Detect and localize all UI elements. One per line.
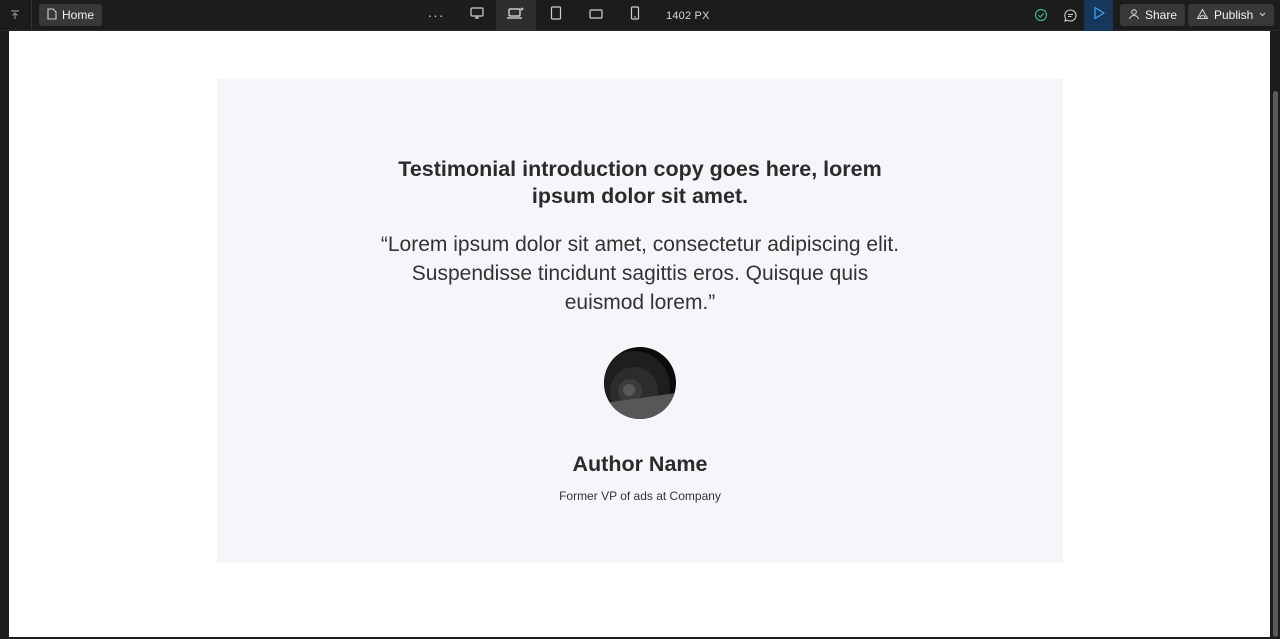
- tablet-icon: [550, 6, 562, 25]
- breakpoint-width-label: 1402 PX: [666, 9, 710, 22]
- page-frame[interactable]: Testimonial introduction copy goes here,…: [9, 31, 1270, 637]
- author-avatar[interactable]: [604, 347, 676, 419]
- more-options-button[interactable]: ···: [422, 4, 450, 26]
- comment-icon[interactable]: [1061, 6, 1079, 24]
- play-icon: [1093, 6, 1105, 25]
- author-name[interactable]: Author Name: [217, 452, 1063, 477]
- laptop-breakpoint-button[interactable]: [496, 0, 536, 31]
- share-button[interactable]: Share: [1120, 4, 1186, 26]
- collapse-icon[interactable]: [4, 4, 26, 26]
- author-role[interactable]: Former VP of ads at Company: [217, 489, 1063, 503]
- chevron-down-icon: [1258, 8, 1267, 22]
- page-name: Home: [62, 8, 95, 22]
- tablet-landscape-icon: [588, 7, 604, 25]
- page-icon: [46, 7, 57, 23]
- publish-label: Publish: [1214, 8, 1254, 22]
- check-circle-icon[interactable]: [1032, 6, 1050, 24]
- desktop-icon: [469, 6, 485, 25]
- share-label: Share: [1145, 8, 1178, 22]
- testimonial-section[interactable]: Testimonial introduction copy goes here,…: [217, 79, 1063, 563]
- publish-icon: [1196, 7, 1209, 23]
- desktop-breakpoint-button[interactable]: [457, 0, 497, 31]
- preview-button[interactable]: [1084, 0, 1113, 31]
- mobile-icon: [630, 6, 640, 25]
- toolbar-divider: [31, 0, 32, 31]
- laptop-star-icon: [506, 6, 526, 25]
- publish-button[interactable]: Publish: [1188, 4, 1274, 26]
- testimonial-quote[interactable]: “Lorem ipsum dolor sit amet, consectetur…: [372, 230, 908, 317]
- page-selector[interactable]: Home: [39, 4, 103, 26]
- testimonial-intro[interactable]: Testimonial introduction copy goes here,…: [387, 156, 893, 210]
- user-icon: [1128, 8, 1140, 23]
- top-toolbar: Home ··· 1402 PX Share Publish: [0, 0, 1280, 31]
- mobile-breakpoint-button[interactable]: [615, 0, 655, 31]
- design-canvas[interactable]: Testimonial introduction copy goes here,…: [0, 31, 1280, 639]
- tablet-breakpoint-button[interactable]: [536, 0, 576, 31]
- tablet-landscape-breakpoint-button[interactable]: [576, 0, 616, 31]
- canvas-scrollbar-thumb[interactable]: [1273, 91, 1278, 637]
